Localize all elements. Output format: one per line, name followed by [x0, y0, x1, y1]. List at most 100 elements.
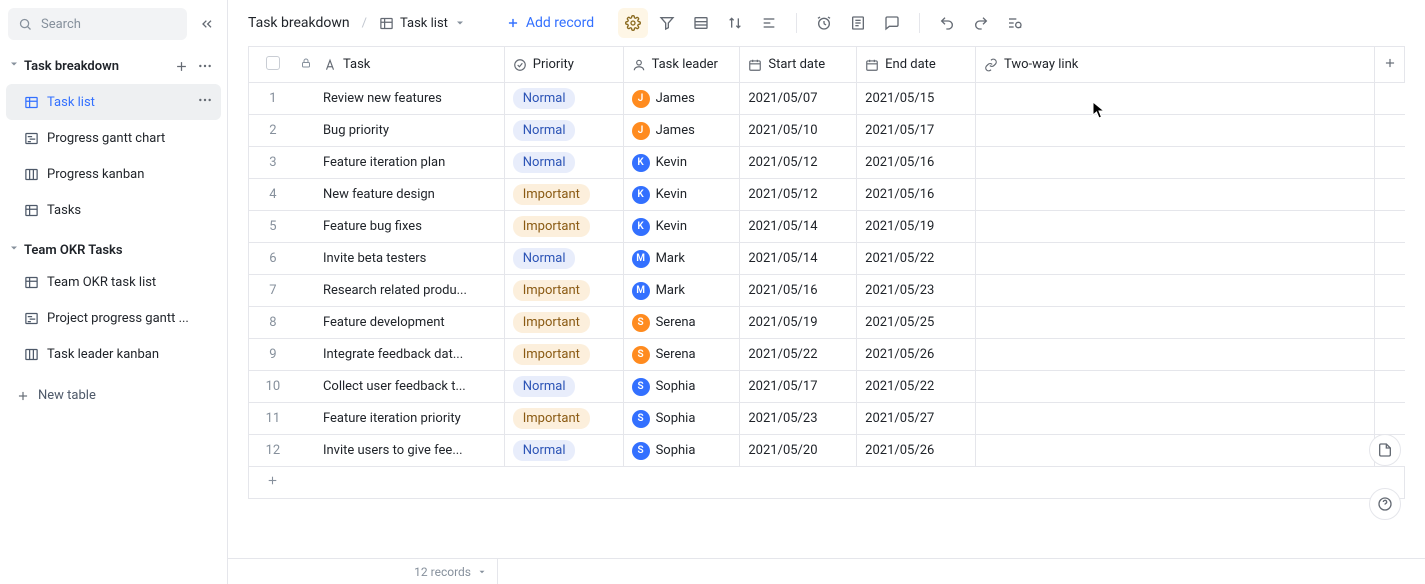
cell-link[interactable] [975, 403, 1374, 435]
cell-link[interactable] [975, 243, 1374, 275]
col-task[interactable]: Task [315, 47, 504, 83]
cell-start[interactable]: 2021/05/22 [740, 339, 857, 371]
find-button[interactable] [1000, 8, 1030, 38]
item-more-button[interactable] [197, 92, 213, 112]
table-row[interactable]: 11Feature iteration priorityImportantSSo… [249, 403, 1405, 435]
cell-leader[interactable]: SSophia [623, 435, 740, 467]
add-view-button[interactable] [169, 54, 193, 78]
cell-end[interactable]: 2021/05/26 [857, 435, 976, 467]
cell-end[interactable]: 2021/05/15 [857, 83, 976, 115]
cell-start[interactable]: 2021/05/16 [740, 275, 857, 307]
col-end[interactable]: End date [857, 47, 976, 83]
col-leader[interactable]: Task leader [623, 47, 740, 83]
cell-start[interactable]: 2021/05/19 [740, 307, 857, 339]
reminder-button[interactable] [809, 8, 839, 38]
table-row[interactable]: 6Invite beta testersNormalMMark2021/05/1… [249, 243, 1405, 275]
cell-link[interactable] [975, 115, 1374, 147]
table-row[interactable]: 9Integrate feedback dat...ImportantSSere… [249, 339, 1405, 371]
cell-task[interactable]: Bug priority [315, 115, 504, 147]
cell-task[interactable]: Review new features [315, 83, 504, 115]
cell-leader[interactable]: SSophia [623, 371, 740, 403]
cell-priority[interactable]: Normal [504, 435, 623, 467]
undo-button[interactable] [932, 8, 962, 38]
cell-link[interactable] [975, 179, 1374, 211]
cell-link[interactable] [975, 435, 1374, 467]
breadcrumb-root[interactable]: Task breakdown [248, 15, 350, 31]
cell-leader[interactable]: MMark [623, 275, 740, 307]
table-row[interactable]: 10Collect user feedback t...NormalSSophi… [249, 371, 1405, 403]
table-row[interactable]: 8Feature developmentImportantSSerena2021… [249, 307, 1405, 339]
cell-task[interactable]: Invite beta testers [315, 243, 504, 275]
cell-start[interactable]: 2021/05/07 [740, 83, 857, 115]
sidebar-item-progress-gantt[interactable]: Progress gantt chart [6, 120, 221, 156]
cell-task[interactable]: Invite users to give fee... [315, 435, 504, 467]
collapse-sidebar-button[interactable] [195, 12, 219, 36]
cell-end[interactable]: 2021/05/16 [857, 147, 976, 179]
filter-button[interactable] [652, 8, 682, 38]
cell-task[interactable]: New feature design [315, 179, 504, 211]
cell-end[interactable]: 2021/05/16 [857, 179, 976, 211]
sidebar-item-tasks[interactable]: Tasks [6, 192, 221, 228]
cell-end[interactable]: 2021/05/23 [857, 275, 976, 307]
cell-link[interactable] [975, 147, 1374, 179]
table-row[interactable]: 1Review new featuresNormalJJames2021/05/… [249, 83, 1405, 115]
section-more-button[interactable] [193, 54, 217, 78]
cell-start[interactable]: 2021/05/12 [740, 179, 857, 211]
cell-start[interactable]: 2021/05/23 [740, 403, 857, 435]
sidebar-item-task-list[interactable]: Task list [6, 84, 221, 120]
cell-task[interactable]: Collect user feedback t... [315, 371, 504, 403]
new-table-button[interactable]: New table [0, 380, 227, 411]
cell-link[interactable] [975, 83, 1374, 115]
cell-leader[interactable]: JJames [623, 83, 740, 115]
cell-priority[interactable]: Normal [504, 371, 623, 403]
cell-end[interactable]: 2021/05/25 [857, 307, 976, 339]
cell-start[interactable]: 2021/05/20 [740, 435, 857, 467]
cell-priority[interactable]: Normal [504, 243, 623, 275]
doc-float-button[interactable] [1369, 434, 1401, 466]
cell-end[interactable]: 2021/05/22 [857, 243, 976, 275]
sidebar-item-leader-kanban[interactable]: Task leader kanban [6, 336, 221, 372]
cell-priority[interactable]: Normal [504, 147, 623, 179]
cell-link[interactable] [975, 371, 1374, 403]
cell-priority[interactable]: Important [504, 211, 623, 243]
cell-end[interactable]: 2021/05/17 [857, 115, 976, 147]
add-row[interactable] [249, 467, 1405, 499]
cell-link[interactable] [975, 307, 1374, 339]
sidebar-item-okr-list[interactable]: Team OKR task list [6, 264, 221, 300]
cell-priority[interactable]: Important [504, 307, 623, 339]
cell-end[interactable]: 2021/05/27 [857, 403, 976, 435]
section-team-okr[interactable]: Team OKR Tasks [0, 236, 227, 264]
cell-task[interactable]: Feature development [315, 307, 504, 339]
cell-priority[interactable]: Important [504, 275, 623, 307]
col-link[interactable]: Two-way link [975, 47, 1374, 83]
form-button[interactable] [843, 8, 873, 38]
sort-button[interactable] [720, 8, 750, 38]
table-row[interactable]: 7Research related produ...ImportantMMark… [249, 275, 1405, 307]
cell-start[interactable]: 2021/05/10 [740, 115, 857, 147]
table-row[interactable]: 3Feature iteration planNormalKKevin2021/… [249, 147, 1405, 179]
help-float-button[interactable] [1369, 488, 1401, 520]
cell-task[interactable]: Research related produ... [315, 275, 504, 307]
row-height-button[interactable] [754, 8, 784, 38]
cell-link[interactable] [975, 339, 1374, 371]
cell-task[interactable]: Integrate feedback dat... [315, 339, 504, 371]
cell-leader[interactable]: KKevin [623, 147, 740, 179]
table-row[interactable]: 2Bug priorityNormalJJames2021/05/102021/… [249, 115, 1405, 147]
cell-leader[interactable]: SSerena [623, 339, 740, 371]
redo-button[interactable] [966, 8, 996, 38]
record-count[interactable]: 12 records [228, 559, 498, 584]
view-picker[interactable]: Task list [379, 16, 466, 31]
cell-leader[interactable]: JJames [623, 115, 740, 147]
cell-priority[interactable]: Normal [504, 115, 623, 147]
cell-start[interactable]: 2021/05/12 [740, 147, 857, 179]
cell-task[interactable]: Feature bug fixes [315, 211, 504, 243]
cell-priority[interactable]: Normal [504, 83, 623, 115]
cell-priority[interactable]: Important [504, 339, 623, 371]
select-all-header[interactable] [249, 47, 297, 83]
cell-end[interactable]: 2021/05/22 [857, 371, 976, 403]
cell-priority[interactable]: Important [504, 403, 623, 435]
cell-end[interactable]: 2021/05/19 [857, 211, 976, 243]
cell-link[interactable] [975, 275, 1374, 307]
cell-leader[interactable]: KKevin [623, 211, 740, 243]
cell-link[interactable] [975, 211, 1374, 243]
